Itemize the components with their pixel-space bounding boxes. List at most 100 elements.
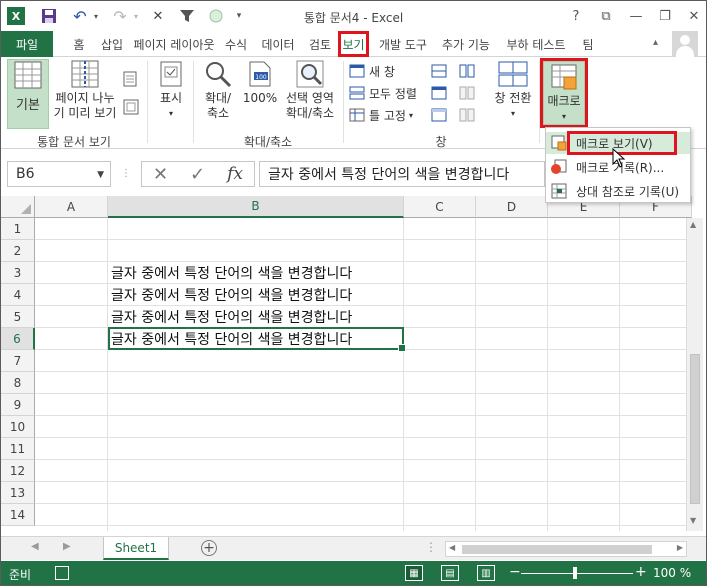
split-icon[interactable] xyxy=(431,61,447,81)
tab-split-icon[interactable]: ⋮ xyxy=(425,540,437,554)
filter-icon[interactable] xyxy=(177,7,197,25)
column-header-b[interactable]: B xyxy=(108,196,404,218)
sheet-prev-icon[interactable]: ◀ xyxy=(31,541,39,552)
vertical-scroll-thumb[interactable] xyxy=(690,354,700,504)
minimize-icon[interactable]: — xyxy=(623,5,649,27)
tab-team[interactable]: 팀 xyxy=(575,31,601,57)
column-header-d[interactable]: D xyxy=(476,196,548,218)
row-header[interactable]: 14 xyxy=(1,504,35,526)
tab-view[interactable]: 보기 xyxy=(338,31,369,57)
tab-data[interactable]: 데이터 xyxy=(255,31,301,57)
macro-recording-icon[interactable] xyxy=(55,566,69,580)
save-icon[interactable] xyxy=(39,7,59,25)
scroll-up-icon[interactable]: ▲ xyxy=(690,220,696,229)
help-icon[interactable]: ? xyxy=(563,5,589,27)
zoom-slider-thumb[interactable] xyxy=(573,567,577,579)
row-header[interactable]: 1 xyxy=(1,218,35,240)
redo-dropdown-icon[interactable]: ▾ xyxy=(131,7,141,25)
row-header[interactable]: 3 xyxy=(1,262,35,284)
cell-b3[interactable]: 글자 중에서 특정 단어의 색을 변경합니다 xyxy=(111,262,352,284)
cell-b4[interactable]: 글자 중에서 특정 단어의 색을 변경합니다 xyxy=(111,284,352,306)
zoom-out-icon[interactable]: − xyxy=(509,564,521,580)
view-side-by-side-icon[interactable] xyxy=(459,61,475,81)
zoom-to-selection-button[interactable]: 선택 영역 확대/축소 xyxy=(281,59,339,129)
zoom-100-button[interactable]: 100 100% xyxy=(241,59,279,129)
tab-home[interactable]: 홈 xyxy=(67,31,91,57)
customize-qat-icon[interactable]: ▾ xyxy=(233,7,245,25)
undo-icon[interactable]: ↶ xyxy=(69,7,91,26)
arrange-all-button[interactable]: 모두 정렬 xyxy=(349,83,417,103)
sheet-next-icon[interactable]: ▶ xyxy=(63,541,71,552)
tab-insert[interactable]: 삽입 xyxy=(95,31,129,57)
scroll-left-icon[interactable]: ◀ xyxy=(449,543,455,552)
row-header-selected[interactable]: 6 xyxy=(1,328,35,350)
formula-bar-grip-icon[interactable]: ⋮ xyxy=(121,168,131,179)
vertical-scrollbar[interactable]: ▲ ▼ xyxy=(686,218,703,531)
zoom-in-icon[interactable]: + xyxy=(635,564,647,580)
page-break-preview-button[interactable]: 페이지 나누 기 미리 보기 xyxy=(51,59,119,129)
zoom-slider[interactable] xyxy=(521,573,633,574)
tab-add-ins[interactable]: 추가 기능 xyxy=(435,31,497,57)
switch-windows-button[interactable]: 창 전환 ▾ xyxy=(489,59,537,129)
collapse-ribbon-icon[interactable]: ▴ xyxy=(653,37,658,48)
formula-input[interactable]: 글자 중에서 특정 단어의 색을 변경합니다 xyxy=(259,161,545,187)
horizontal-scrollbar[interactable]: ◀ ▶ xyxy=(445,541,687,557)
freeze-panes-button[interactable]: 틀 고정 ▾ xyxy=(349,105,413,125)
name-box[interactable]: B6 ▼ xyxy=(7,161,111,187)
select-all-button[interactable] xyxy=(1,196,35,218)
sheet-tab-sheet1[interactable]: Sheet1 xyxy=(103,537,169,560)
zoom-button[interactable]: 확대/ 축소 xyxy=(197,59,239,129)
tab-load-test[interactable]: 부하 테스트 xyxy=(499,31,573,57)
tab-formulas[interactable]: 수식 xyxy=(219,31,253,57)
show-button[interactable]: 표시 ▾ xyxy=(151,59,191,129)
clear-icon[interactable]: ✕ xyxy=(149,7,167,25)
name-box-dropdown-icon[interactable]: ▼ xyxy=(97,170,104,180)
column-header-a[interactable]: A xyxy=(35,196,108,218)
row-header[interactable]: 5 xyxy=(1,306,35,328)
hide-icon[interactable] xyxy=(431,83,447,103)
cancel-icon[interactable]: ✕ xyxy=(153,164,168,185)
circle-icon[interactable] xyxy=(207,7,225,25)
column-header-c[interactable]: C xyxy=(404,196,476,218)
zoom-level[interactable]: 100 % xyxy=(653,566,691,580)
scroll-down-icon[interactable]: ▼ xyxy=(690,516,696,525)
undo-dropdown-icon[interactable]: ▾ xyxy=(91,7,101,25)
page-layout-view-icon[interactable] xyxy=(123,69,137,89)
insert-function-icon[interactable]: fx xyxy=(227,164,243,184)
ribbon-display-options-icon[interactable]: ⧉ xyxy=(593,5,619,27)
page-layout-status-icon[interactable]: ▤ xyxy=(441,565,459,581)
close-icon[interactable]: ✕ xyxy=(681,5,706,27)
row-header[interactable]: 4 xyxy=(1,284,35,306)
tab-review[interactable]: 검토 xyxy=(303,31,337,57)
row-header[interactable]: 2 xyxy=(1,240,35,262)
page-break-status-icon[interactable]: ▥ xyxy=(477,565,495,581)
horizontal-scroll-thumb[interactable] xyxy=(462,545,652,554)
unhide-icon[interactable] xyxy=(431,105,447,125)
avatar[interactable] xyxy=(672,31,698,57)
worksheet-grid[interactable]: A B C D E F 1 2 3 4 5 6 7 8 9 10 11 12 1… xyxy=(1,196,706,531)
row-header[interactable]: 8 xyxy=(1,372,35,394)
redo-icon[interactable]: ↷ xyxy=(109,7,131,26)
tab-developer[interactable]: 개발 도구 xyxy=(373,31,433,57)
row-header[interactable]: 13 xyxy=(1,482,35,504)
sync-scroll-icon[interactable] xyxy=(459,83,475,103)
reset-window-icon[interactable] xyxy=(459,105,475,125)
scroll-right-icon[interactable]: ▶ xyxy=(677,543,683,552)
group-workbook-views: 통합 문서 보기 xyxy=(37,135,111,149)
row-header[interactable]: 10 xyxy=(1,416,35,438)
add-sheet-icon[interactable]: + xyxy=(201,540,217,556)
row-header[interactable]: 9 xyxy=(1,394,35,416)
tab-page-layout[interactable]: 페이지 레이아웃 xyxy=(131,31,217,57)
row-header[interactable]: 7 xyxy=(1,350,35,372)
enter-icon[interactable]: ✓ xyxy=(190,164,205,185)
row-header[interactable]: 11 xyxy=(1,438,35,460)
normal-view-status-icon[interactable]: ▦ xyxy=(405,565,423,581)
row-header[interactable]: 12 xyxy=(1,460,35,482)
cell-b5[interactable]: 글자 중에서 특정 단어의 색을 변경합니다 xyxy=(111,306,352,328)
tab-file[interactable]: 파일 xyxy=(1,31,53,57)
custom-views-icon[interactable] xyxy=(123,97,139,117)
restore-icon[interactable]: ❐ xyxy=(652,5,678,27)
menu-item-relative-reference[interactable]: 상대 참조로 기록(U) xyxy=(546,180,690,202)
new-window-button[interactable]: 새 창 xyxy=(349,61,395,81)
normal-view-button[interactable]: 기본 xyxy=(7,59,49,129)
